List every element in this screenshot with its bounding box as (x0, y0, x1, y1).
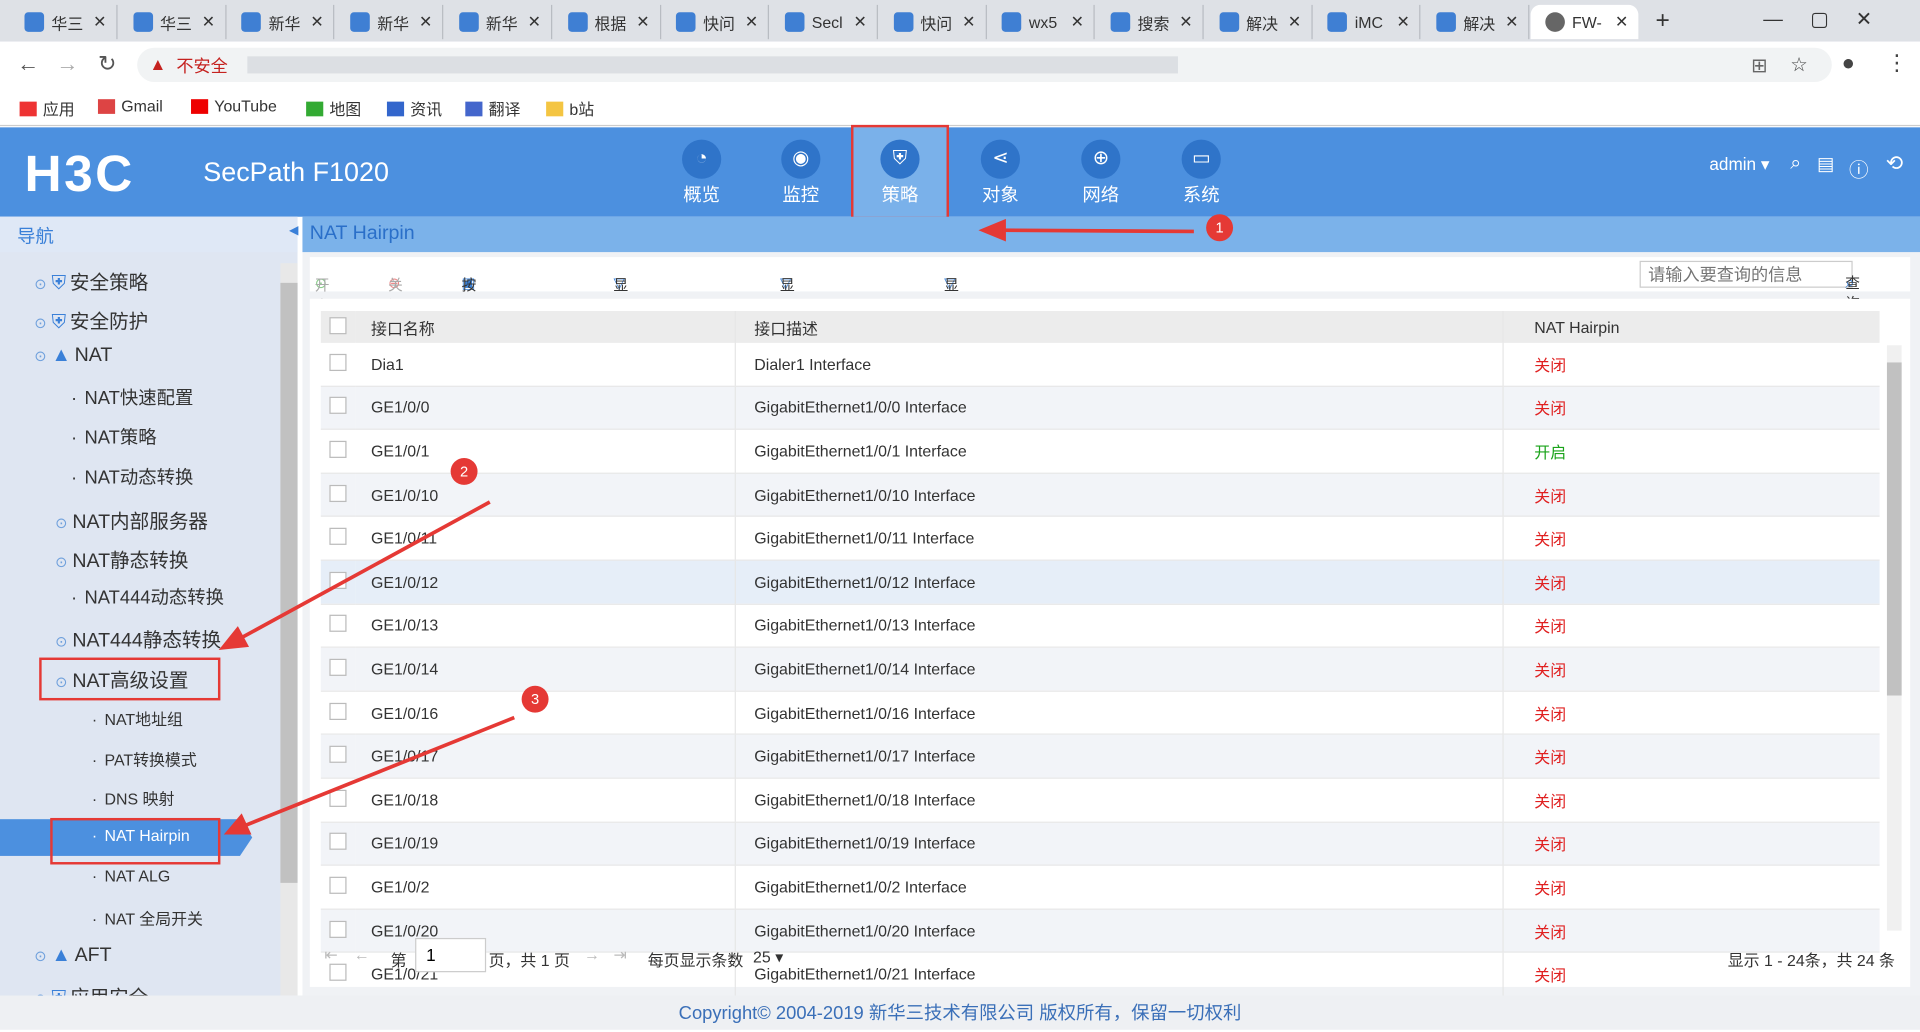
arrow-1 (997, 228, 1194, 234)
arrow-3 (241, 715, 515, 829)
annotation-marker-2: 2 (450, 457, 478, 485)
annotation-arrows (218, 218, 1194, 835)
arrow-2 (237, 500, 491, 641)
annotation-marker-3: 3 (521, 685, 549, 713)
annotation-marker-1: 1 (1206, 214, 1234, 242)
